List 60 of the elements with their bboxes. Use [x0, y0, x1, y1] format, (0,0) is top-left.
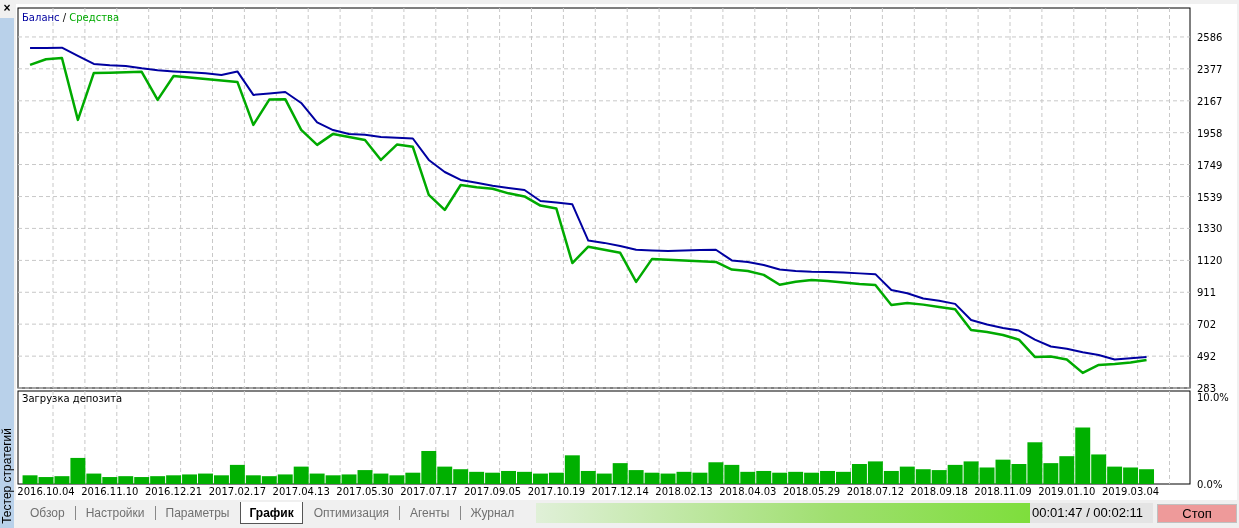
axis-label: 2019.01.10 — [1038, 486, 1096, 497]
axis-label: 2018.04.03 — [719, 486, 777, 497]
axis-label: 2017.10.19 — [527, 486, 585, 497]
bar — [1139, 469, 1154, 484]
legend-label: Средства — [69, 12, 120, 23]
axis-label: 2016.12.21 — [144, 486, 203, 497]
axis-label: 2018.11.09 — [974, 486, 1032, 497]
axis-label: 1120 — [1197, 255, 1223, 267]
axis-label: 2016.10.04 — [17, 486, 75, 497]
axis-label: 2017.09.05 — [463, 486, 522, 497]
axis-label: 492 — [1197, 351, 1217, 363]
tab[interactable]: График — [240, 502, 303, 524]
axis-label: 2019.03.04 — [1101, 486, 1160, 497]
bar — [341, 474, 357, 484]
axis-label: 2017.04.13 — [272, 486, 330, 497]
axis-label: 2018.07.12 — [846, 486, 904, 497]
panel-title: Тестер стратегий — [0, 428, 14, 524]
stop-button[interactable]: Стоп — [1157, 503, 1237, 523]
tab[interactable]: Обзор — [21, 502, 74, 524]
side-panel[interactable]: Тестер стратегий — [0, 18, 14, 528]
axis-label: 1539 — [1197, 191, 1223, 203]
axis-label: 2018.02.13 — [655, 486, 713, 497]
axis-label: 2017.05.30 — [336, 486, 394, 497]
axis-label: 1958 — [1197, 127, 1223, 139]
bar — [182, 474, 197, 484]
axis-label: 1749 — [1197, 159, 1223, 171]
axis-label: 2018.05.29 — [782, 486, 841, 497]
bar — [166, 475, 182, 484]
axis-label: 2377 — [1197, 63, 1223, 75]
tab[interactable]: Настройки — [76, 502, 154, 524]
axis-label: 2017.02.17 — [208, 486, 266, 497]
bar — [389, 475, 405, 484]
elapsed-time: 00:01:47 / 00:02:11 — [1031, 505, 1143, 520]
tab[interactable]: Журнал — [461, 502, 524, 524]
axis-label: 2586 — [1197, 31, 1223, 43]
axis-label: 2167 — [1197, 95, 1223, 107]
axis-label: 702 — [1197, 319, 1217, 331]
axis-label: 911 — [1197, 287, 1217, 299]
axis-label: 2018.09.18 — [910, 486, 968, 497]
axis-label: 1330 — [1197, 223, 1223, 235]
tab[interactable]: Оптимизация — [304, 502, 398, 524]
axis-label: 2017.07.17 — [400, 486, 458, 497]
bar — [660, 473, 676, 484]
chart-title: Загрузка депозита — [22, 393, 123, 404]
axis-label: 0.0% — [1197, 479, 1223, 490]
bar — [198, 473, 213, 484]
bar — [325, 475, 341, 484]
bar — [22, 475, 38, 484]
bar — [453, 469, 469, 484]
axis-label: 2017.12.14 — [591, 486, 649, 497]
axis-label: 2016.11.10 — [81, 486, 139, 497]
axis-label: 283 — [1197, 383, 1217, 394]
tab[interactable]: Агенты — [400, 502, 459, 524]
bar — [373, 473, 389, 484]
axis-label: 10.0% — [1197, 392, 1229, 404]
legend-separator: / — [62, 12, 67, 23]
bar — [1123, 467, 1139, 484]
legend-label: Баланс — [22, 12, 60, 23]
tab[interactable]: Параметры — [156, 502, 239, 524]
bar — [532, 473, 548, 484]
